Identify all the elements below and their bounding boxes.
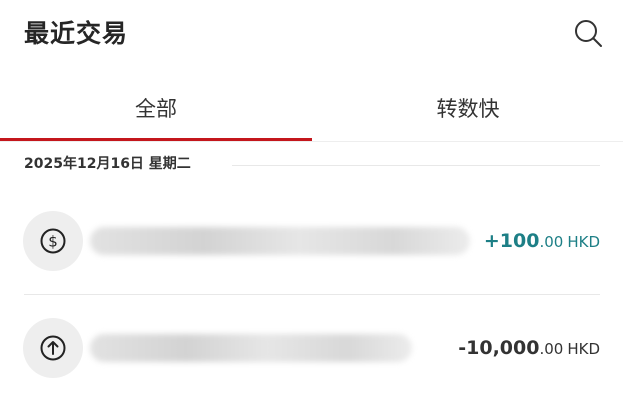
tab-fps[interactable]: 转数快 xyxy=(312,80,623,142)
amount-decimal: .00 xyxy=(539,233,564,251)
divider xyxy=(0,141,623,142)
transaction-icon-circle xyxy=(23,318,83,378)
divider xyxy=(232,165,600,166)
transaction-amount: -10,000.00 HKD xyxy=(458,334,600,363)
transaction-description-obscured xyxy=(90,227,470,255)
amount-integer: +100 xyxy=(483,230,540,252)
amount-currency: HKD xyxy=(567,233,600,251)
search-icon xyxy=(575,20,602,47)
divider xyxy=(24,294,600,295)
dollar-icon: $ xyxy=(40,228,66,254)
transaction-icon-circle: $ xyxy=(23,211,83,271)
transaction-row[interactable]: -10,000.00 HKD xyxy=(0,308,623,388)
transaction-row[interactable]: $ +100.00 HKD xyxy=(0,201,623,281)
amount-integer: -10,000 xyxy=(458,337,540,359)
date-group-label: 2025年12月16日 星期二 xyxy=(24,156,191,172)
tab-bar: 全部 转数快 xyxy=(0,80,623,142)
amount-decimal: .00 xyxy=(539,340,564,358)
transaction-description-obscured xyxy=(90,334,412,362)
amount-currency: HKD xyxy=(567,340,600,358)
svg-text:$: $ xyxy=(48,233,58,251)
page-title: 最近交易 xyxy=(24,19,129,48)
app-header: 最近交易 xyxy=(0,0,623,72)
arrow-up-icon xyxy=(40,335,66,361)
search-button[interactable] xyxy=(568,14,608,54)
transaction-amount: +100.00 HKD xyxy=(484,227,600,256)
tab-all[interactable]: 全部 xyxy=(0,80,312,142)
